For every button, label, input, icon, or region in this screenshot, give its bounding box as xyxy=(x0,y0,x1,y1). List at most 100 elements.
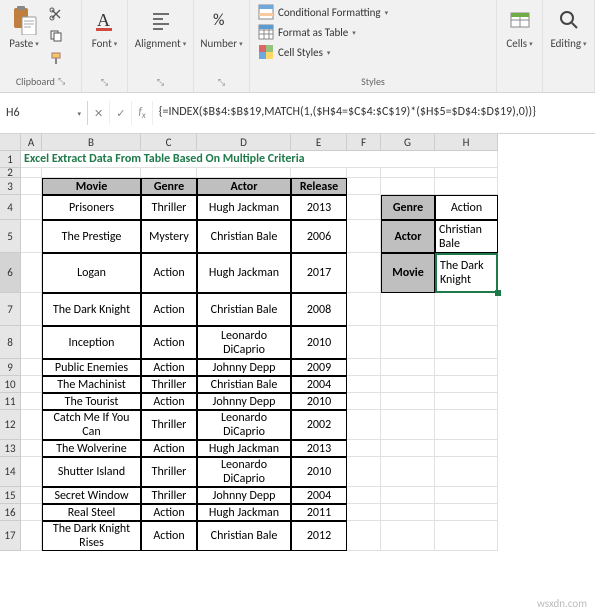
cell-F8[interactable] xyxy=(347,326,381,359)
cell-F15[interactable] xyxy=(347,487,381,504)
cell-H10[interactable] xyxy=(435,376,498,393)
cell-C8[interactable]: Action xyxy=(141,326,197,359)
cell-B3[interactable]: Movie xyxy=(42,178,141,195)
cell-D12[interactable]: Leonardo DiCaprio xyxy=(197,410,291,440)
cell-E3[interactable]: Release xyxy=(291,178,347,195)
cell-B16[interactable]: Real Steel xyxy=(42,504,141,521)
cell-B10[interactable]: The Machinist xyxy=(42,376,141,393)
row-header-16[interactable]: 16 xyxy=(0,504,21,521)
cell-C5[interactable]: Mystery xyxy=(141,220,197,253)
cell-A7[interactable] xyxy=(21,293,42,326)
cell-F4[interactable] xyxy=(347,195,381,220)
cell-C4[interactable]: Thriller xyxy=(141,195,197,220)
formula-input[interactable]: {=INDEX($B$4:$B$19,MATCH(1,($H$4=$C$4:$C… xyxy=(153,101,542,125)
cell-E2[interactable] xyxy=(291,168,347,178)
cell-H11[interactable] xyxy=(435,393,498,410)
font-button[interactable]: A Font▾ xyxy=(85,2,125,52)
cell-B6[interactable]: Logan xyxy=(42,253,141,293)
cell-G12[interactable] xyxy=(381,410,435,440)
row-header-14[interactable]: 14 xyxy=(0,457,21,487)
cell-F5[interactable] xyxy=(347,220,381,253)
cell-C10[interactable]: Thriller xyxy=(141,376,197,393)
dialog-launcher-icon[interactable]: ⤡ xyxy=(218,77,225,88)
editing-button[interactable]: Editing▾ xyxy=(546,2,590,52)
cell-B5[interactable]: The Prestige xyxy=(42,220,141,253)
cell-E9[interactable]: 2009 xyxy=(291,359,347,376)
cell-G8[interactable] xyxy=(381,326,435,359)
cell-B13[interactable]: The Wolverine xyxy=(42,440,141,457)
cell-E6[interactable]: 2017 xyxy=(291,253,347,293)
cell-G2[interactable] xyxy=(381,168,435,178)
cell-H12[interactable] xyxy=(435,410,498,440)
cell-A6[interactable] xyxy=(21,253,42,293)
cell-H16[interactable] xyxy=(435,504,498,521)
conditional-formatting-button[interactable]: Conditional Formatting▾ xyxy=(254,2,492,22)
cell-A4[interactable] xyxy=(21,195,42,220)
cell-C17[interactable]: Action xyxy=(141,521,197,551)
dialog-launcher-icon[interactable]: ⤡ xyxy=(58,76,65,87)
cell-E17[interactable]: 2012 xyxy=(291,521,347,551)
dialog-launcher-icon[interactable]: ⤡ xyxy=(101,77,108,88)
cell-D16[interactable]: Hugh Jackman xyxy=(197,504,291,521)
cell-A2[interactable] xyxy=(21,168,42,178)
cell-B14[interactable]: Shutter Island xyxy=(42,457,141,487)
row-header-7[interactable]: 7 xyxy=(0,293,21,326)
cell-D8[interactable]: Leonardo DiCaprio xyxy=(197,326,291,359)
cell-D2[interactable] xyxy=(197,168,291,178)
cell-G6[interactable]: Movie xyxy=(381,253,435,293)
cell-D5[interactable]: Christian Bale xyxy=(197,220,291,253)
col-header-C[interactable]: C xyxy=(141,134,197,151)
cell-E14[interactable]: 2010 xyxy=(291,457,347,487)
row-header-15[interactable]: 15 xyxy=(0,487,21,504)
cell-styles-button[interactable]: Cell Styles▾ xyxy=(254,42,492,62)
cell-C7[interactable]: Action xyxy=(141,293,197,326)
cell-F7[interactable] xyxy=(347,293,381,326)
cell-F10[interactable] xyxy=(347,376,381,393)
cell-F3[interactable] xyxy=(347,178,381,195)
cell-H7[interactable] xyxy=(435,293,498,326)
cell-F12[interactable] xyxy=(347,410,381,440)
cell-B7[interactable]: The Dark Knight xyxy=(42,293,141,326)
cell-E5[interactable]: 2006 xyxy=(291,220,347,253)
format-painter-button[interactable] xyxy=(46,48,66,68)
cell-B15[interactable]: Secret Window xyxy=(42,487,141,504)
cell-E10[interactable]: 2004 xyxy=(291,376,347,393)
cell-A11[interactable] xyxy=(21,393,42,410)
cell-D13[interactable]: Hugh Jackman xyxy=(197,440,291,457)
select-all-corner[interactable] xyxy=(0,134,21,151)
cell-B4[interactable]: Prisoners xyxy=(42,195,141,220)
cell-E8[interactable]: 2010 xyxy=(291,326,347,359)
cell-E11[interactable]: 2010 xyxy=(291,393,347,410)
cell-A8[interactable] xyxy=(21,326,42,359)
cell-C11[interactable]: Action xyxy=(141,393,197,410)
cell-H5[interactable]: Christian Bale xyxy=(435,220,498,253)
cell-H6[interactable]: The Dark Knight xyxy=(435,253,498,293)
cell-F2[interactable] xyxy=(347,168,381,178)
cell-H3[interactable] xyxy=(435,178,498,195)
row-header-6[interactable]: 6 xyxy=(0,253,21,293)
cell-G3[interactable] xyxy=(381,178,435,195)
cell-G5[interactable]: Actor xyxy=(381,220,435,253)
cell-E12[interactable]: 2002 xyxy=(291,410,347,440)
cell-A9[interactable] xyxy=(21,359,42,376)
cell-G17[interactable] xyxy=(381,521,435,551)
cell-H4[interactable]: Action xyxy=(435,195,498,220)
col-header-B[interactable]: B xyxy=(42,134,141,151)
col-header-G[interactable]: G xyxy=(381,134,435,151)
cell-H15[interactable] xyxy=(435,487,498,504)
cell-B9[interactable]: Public Enemies xyxy=(42,359,141,376)
cancel-formula-button[interactable]: ✕ xyxy=(88,101,110,125)
cell-D9[interactable]: Johnny Depp xyxy=(197,359,291,376)
cell-H13[interactable] xyxy=(435,440,498,457)
cell-H2[interactable] xyxy=(435,168,498,178)
cell-D14[interactable]: Leonardo DiCaprio xyxy=(197,457,291,487)
cell-D10[interactable]: Christian Bale xyxy=(197,376,291,393)
cell-H14[interactable] xyxy=(435,457,498,487)
col-header-H[interactable]: H xyxy=(435,134,498,151)
cell-D7[interactable]: Christian Bale xyxy=(197,293,291,326)
col-header-A[interactable]: A xyxy=(21,134,42,151)
cells-button[interactable]: Cells▾ xyxy=(500,2,540,52)
enter-formula-button[interactable]: ✓ xyxy=(110,101,132,125)
cell-A12[interactable] xyxy=(21,410,42,440)
row-header-17[interactable]: 17 xyxy=(0,521,21,551)
